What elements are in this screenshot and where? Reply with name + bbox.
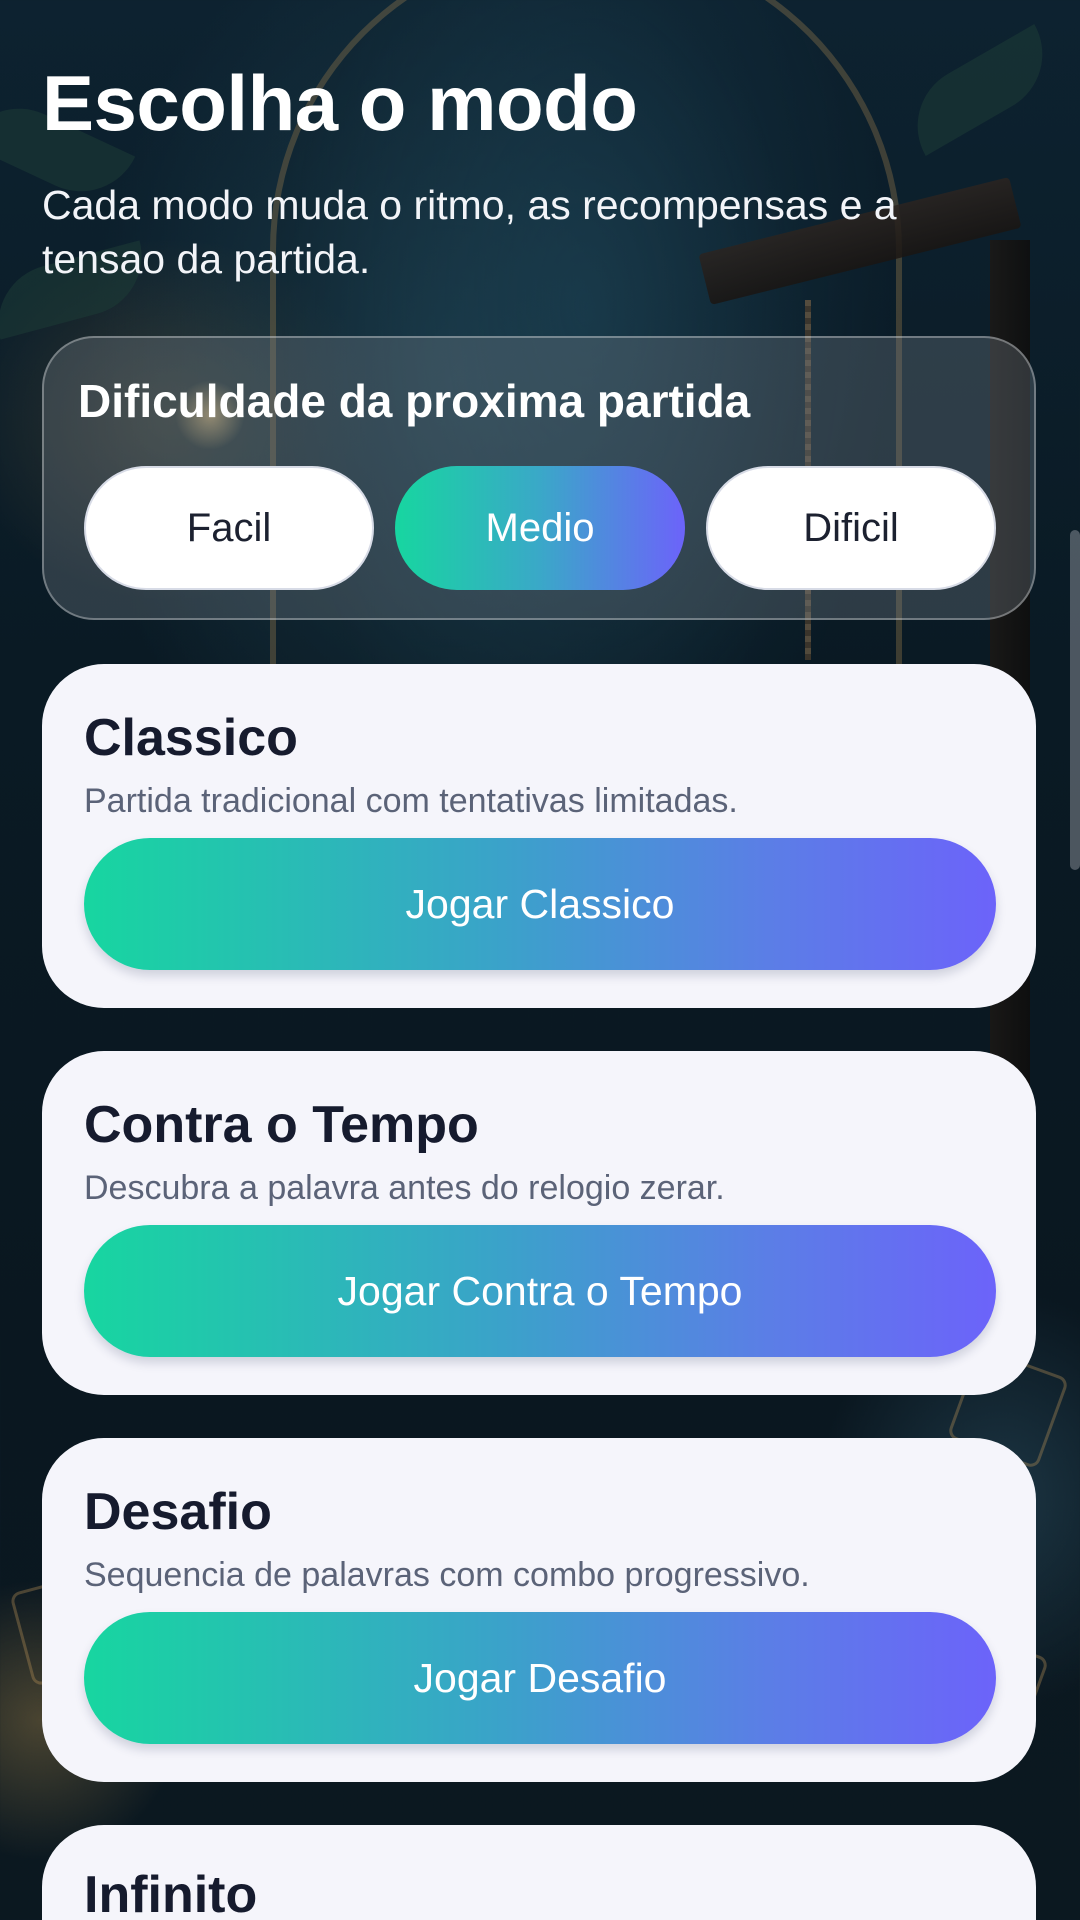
difficulty-medium-button[interactable]: Medio (395, 466, 685, 590)
mode-description: Sequencia de palavras com combo progress… (84, 1556, 810, 1594)
mode-select-screen: Escolha o modo Cada modo muda o ritmo, a… (0, 0, 1080, 1920)
play-contra-o-tempo-button[interactable]: Jogar Contra o Tempo (84, 1225, 996, 1357)
mode-title: Desafio (84, 1483, 272, 1541)
difficulty-hard-button[interactable]: Dificil (706, 466, 996, 590)
mode-title: Classico (84, 709, 298, 767)
page-subtitle: Cada modo muda o ritmo, as recompensas e… (42, 182, 897, 282)
mode-title: Infinito (84, 1866, 258, 1920)
difficulty-title: Dificuldade da proxima partida (78, 375, 751, 427)
play-classico-button[interactable]: Jogar Classico (84, 838, 996, 970)
mode-card-infinito: Infinito (42, 1825, 1036, 1920)
mode-card-contra-o-tempo: Contra o Tempo Descubra a palavra antes … (42, 1051, 1036, 1395)
mode-title: Contra o Tempo (84, 1096, 479, 1154)
play-desafio-button[interactable]: Jogar Desafio (84, 1612, 996, 1744)
mode-card-classico: Classico Partida tradicional com tentati… (42, 664, 1036, 1008)
page-title: Escolha o modo (42, 59, 638, 147)
difficulty-panel: Dificuldade da proxima partida Facil Med… (42, 336, 1036, 620)
mode-description: Descubra a palavra antes do relogio zera… (84, 1169, 725, 1207)
mode-card-desafio: Desafio Sequencia de palavras com combo … (42, 1438, 1036, 1782)
mode-description: Partida tradicional com tentativas limit… (84, 782, 738, 820)
difficulty-easy-button[interactable]: Facil (84, 466, 374, 590)
scrollbar[interactable] (1070, 530, 1080, 870)
